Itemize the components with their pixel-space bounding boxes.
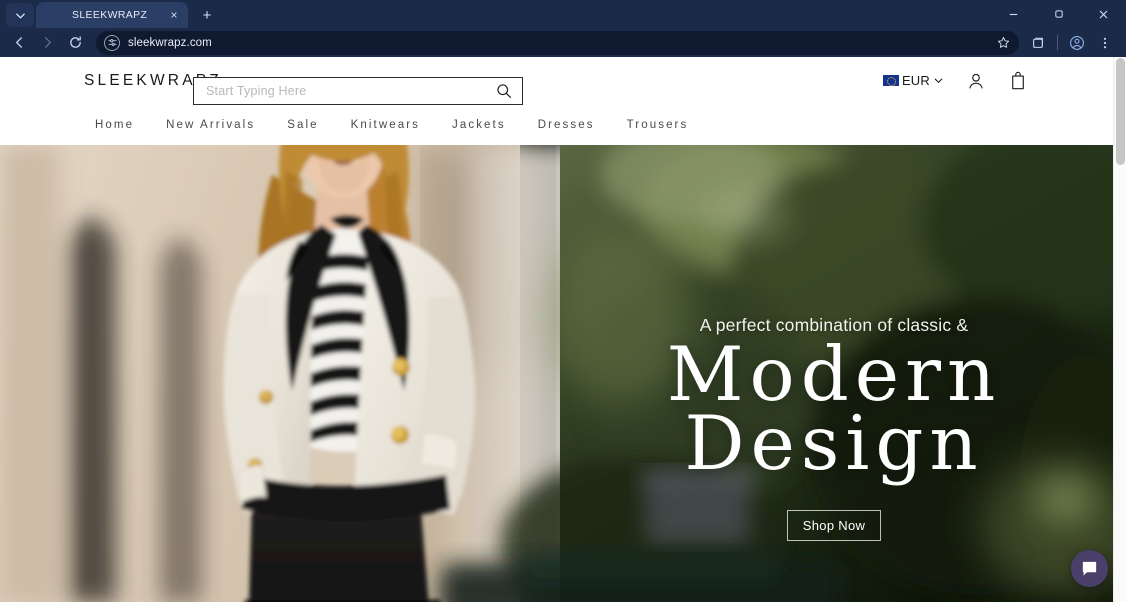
- hero-title: Modern Design: [667, 337, 1002, 487]
- browser-menu-button[interactable]: [1092, 30, 1118, 56]
- maximize-icon: [1054, 10, 1063, 18]
- profile-icon: [1070, 35, 1084, 50]
- hero-content: A perfect combination of classic & Moder…: [554, 145, 1114, 602]
- hero-title-line-2: Design: [684, 399, 984, 487]
- profile-button[interactable]: [1064, 30, 1090, 56]
- currency-selector[interactable]: EUR: [882, 73, 944, 88]
- toolbar-actions: [1025, 30, 1120, 56]
- site-header: SLEEKWRAPZ EUR: [0, 57, 1126, 105]
- tab-close-button[interactable]: ×: [166, 7, 182, 23]
- bookmark-button[interactable]: [993, 33, 1013, 53]
- minimize-icon: [1009, 13, 1018, 15]
- nav-item-new-arrivals[interactable]: New Arrivals: [150, 119, 271, 131]
- url-text: sleekwrapz.com: [128, 36, 212, 49]
- toolbar-divider: [1057, 35, 1058, 50]
- user-icon[interactable]: [966, 70, 986, 92]
- tune-icon[interactable]: [104, 34, 120, 51]
- sliders-icon: [107, 39, 117, 46]
- address-bar[interactable]: sleekwrapz.com: [96, 30, 1019, 55]
- browser-window: SLEEKWRAPZ × + sleekwrapz.com SLEEKWRAPZ…: [0, 0, 1126, 602]
- split-screen-icon: [1033, 37, 1043, 48]
- hero-banner: A perfect combination of classic & Moder…: [0, 145, 1126, 602]
- chat-bubble-icon: [1082, 561, 1097, 576]
- maximize-button[interactable]: [1036, 0, 1081, 28]
- nav-item-trousers[interactable]: Trousers: [611, 119, 705, 131]
- shopping-bag-icon[interactable]: [1008, 70, 1028, 92]
- reload-button[interactable]: [62, 30, 88, 56]
- minimize-button[interactable]: [991, 0, 1036, 28]
- close-window-button[interactable]: [1081, 0, 1126, 28]
- search-icon[interactable]: [496, 83, 512, 99]
- search-input[interactable]: [206, 84, 496, 98]
- arrow-left-icon: [15, 37, 22, 48]
- tab-strip: SLEEKWRAPZ × +: [0, 0, 1126, 28]
- browser-tab[interactable]: SLEEKWRAPZ ×: [36, 2, 188, 28]
- reload-icon: [69, 36, 81, 48]
- tab-title: SLEEKWRAPZ: [72, 9, 148, 21]
- nav-item-sale[interactable]: Sale: [271, 119, 334, 131]
- page-scrollbar[interactable]: [1113, 57, 1126, 602]
- main-navigation: Home New Arrivals Sale Knitwears Jackets…: [0, 104, 1126, 145]
- nav-item-dresses[interactable]: Dresses: [522, 119, 611, 131]
- menu-icon: [1103, 37, 1107, 48]
- eu-flag-icon: [882, 75, 899, 86]
- chat-widget-button[interactable]: [1071, 550, 1108, 587]
- shop-now-button[interactable]: Shop Now: [787, 510, 881, 541]
- new-tab-button[interactable]: +: [194, 3, 220, 27]
- back-button[interactable]: [6, 30, 32, 56]
- nav-item-home[interactable]: Home: [95, 119, 150, 131]
- arrow-right-icon: [44, 37, 51, 48]
- tab-search-button[interactable]: [6, 3, 34, 27]
- window-controls: [991, 0, 1126, 28]
- chevron-down-icon: [15, 12, 25, 18]
- page-viewport: SLEEKWRAPZ EUR: [0, 57, 1126, 602]
- star-icon: [997, 36, 1009, 48]
- nav-item-jackets[interactable]: Jackets: [436, 119, 522, 131]
- nav-item-knitwears[interactable]: Knitwears: [335, 119, 436, 131]
- currency-label: EUR: [901, 73, 930, 88]
- page-scrollbar-thumb[interactable]: [1116, 58, 1125, 165]
- search-box[interactable]: [193, 77, 523, 105]
- forward-button[interactable]: [34, 30, 60, 56]
- close-icon: [1099, 10, 1108, 18]
- header-actions: EUR: [882, 70, 1028, 92]
- split-screen-button[interactable]: [1025, 30, 1051, 56]
- chevron-down-icon: [934, 78, 943, 83]
- browser-toolbar: sleekwrapz.com: [0, 28, 1126, 57]
